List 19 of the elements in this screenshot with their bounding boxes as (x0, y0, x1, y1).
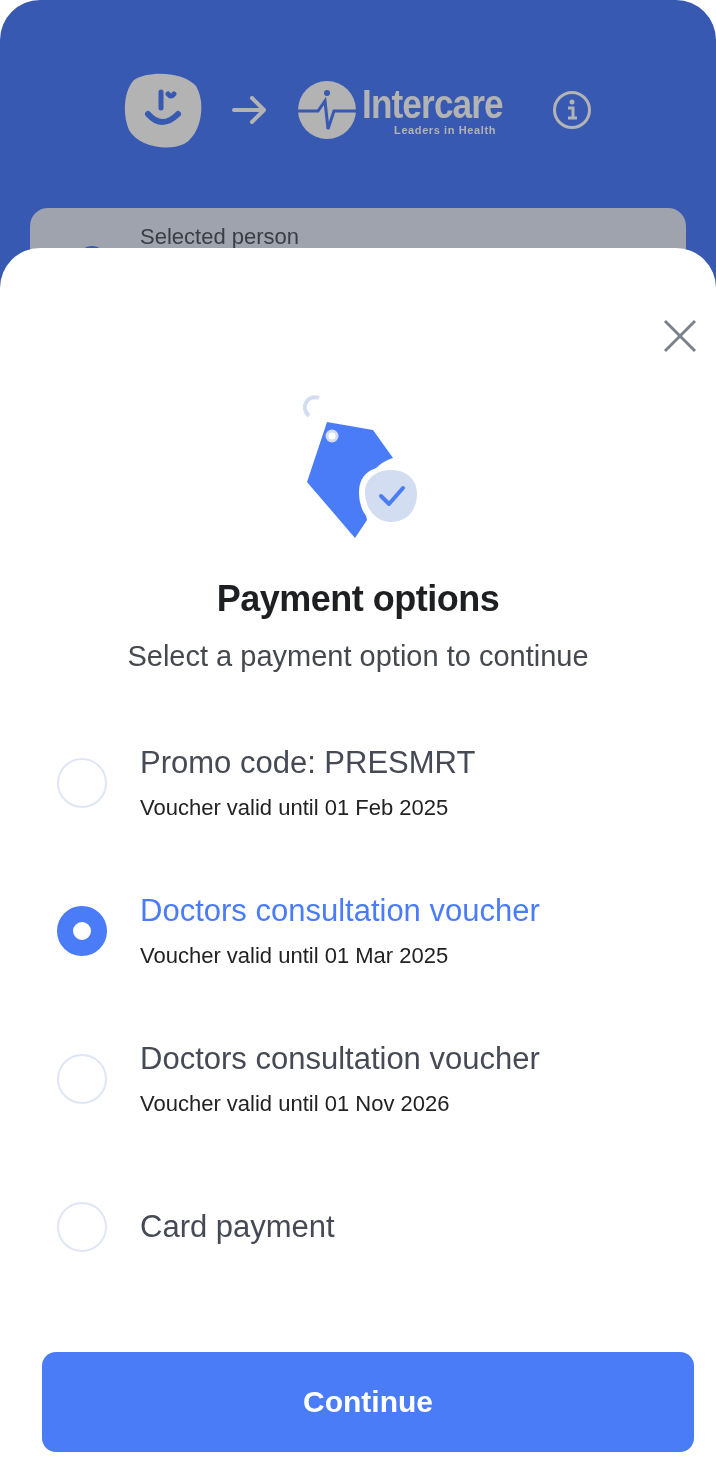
option-title[interactable]: Doctors consultation voucher (140, 893, 540, 929)
option-subtitle: Voucher valid until 01 Nov 2026 (140, 1091, 451, 1117)
close-button[interactable] (662, 318, 698, 354)
option-subtitle: Voucher valid until 01 Feb 2025 (140, 795, 450, 821)
arrow-icon (232, 96, 268, 124)
option-title[interactable]: Promo code: PRESMRT (140, 745, 476, 781)
brand-name: Intercare (362, 84, 503, 124)
card-label: Selected person (140, 224, 299, 250)
logo-icon (124, 72, 202, 148)
option-title[interactable]: Doctors consultation voucher (140, 1041, 540, 1077)
sheet-title: Payment options (216, 578, 500, 620)
heartbeat-logo-icon (298, 81, 356, 139)
brand-tagline: Leaders in Health (394, 124, 496, 136)
sheet-subtitle: Select a payment option to continue (127, 640, 589, 673)
continue-button[interactable]: Continue (42, 1352, 694, 1452)
option-subtitle: Voucher valid until 01 Mar 2025 (140, 943, 450, 969)
radio-button[interactable] (57, 906, 107, 956)
option-title[interactable]: Card payment (140, 1209, 335, 1245)
info-icon[interactable] (552, 90, 592, 130)
